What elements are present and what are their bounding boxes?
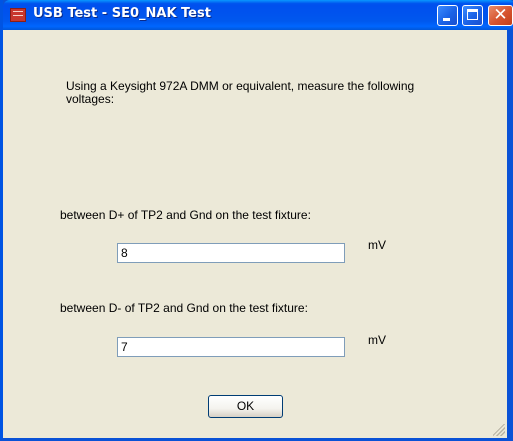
close-icon: ✕ xyxy=(493,5,508,25)
dminus-unit-label: mV xyxy=(368,333,386,347)
resize-grip-icon[interactable] xyxy=(493,424,505,436)
title-bar[interactable]: USB Test - SE0_NAK Test ✕ xyxy=(3,0,513,30)
dplus-voltage-input[interactable]: 8 xyxy=(117,243,345,263)
dplus-unit-label: mV xyxy=(368,238,386,252)
minimize-icon xyxy=(443,18,450,21)
maximize-icon xyxy=(467,9,478,20)
app-icon xyxy=(10,8,26,22)
close-button[interactable]: ✕ xyxy=(488,5,513,26)
instructions-text: Using a Keysight 972A DMM or equivalent,… xyxy=(66,79,415,106)
window-title: USB Test - SE0_NAK Test xyxy=(33,6,211,21)
dplus-label: between D+ of TP2 and Gnd on the test fi… xyxy=(60,208,311,222)
dminus-label: between D- of TP2 and Gnd on the test fi… xyxy=(60,301,308,315)
minimize-button[interactable] xyxy=(437,5,458,26)
dialog-body: Using a Keysight 972A DMM or equivalent,… xyxy=(3,30,507,438)
maximize-button[interactable] xyxy=(462,5,483,26)
dminus-voltage-input[interactable]: 7 xyxy=(117,337,345,357)
ok-button[interactable]: OK xyxy=(208,395,283,418)
